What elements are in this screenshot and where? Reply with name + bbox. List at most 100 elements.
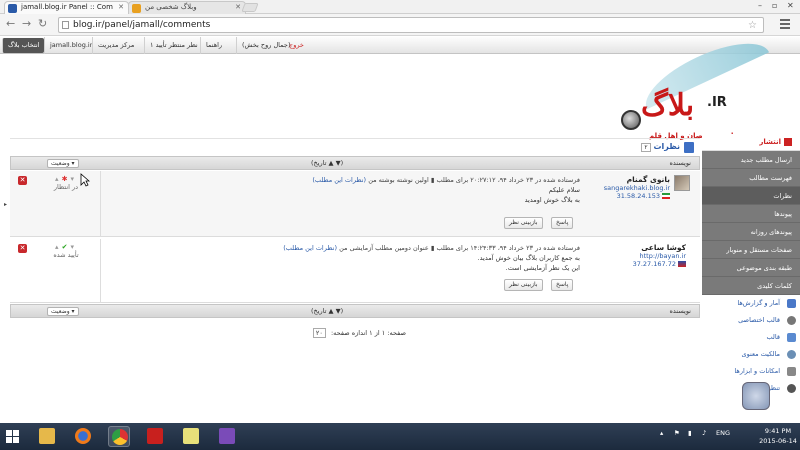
close-icon[interactable]: ✕ <box>118 2 124 13</box>
meta-text: فرستاده شده در ۲۳ خرداد ۹۴، ۲۰:۲۷:۱۲ برا… <box>436 176 580 184</box>
guide-link[interactable]: راهنما <box>200 37 227 54</box>
url-input[interactable]: blog.ir/panel/jamall/comments ☆ <box>58 17 764 33</box>
expand-arrow-icon[interactable]: ▸ <box>4 201 7 208</box>
template-icon <box>787 333 796 342</box>
choose-blog-button[interactable]: انتخاب بلاگ <box>2 38 45 53</box>
flag-iran-icon <box>662 193 670 199</box>
chrome-taskbar-button[interactable] <box>108 426 130 447</box>
document-icon <box>684 142 694 153</box>
url-text: blog.ir/panel/jamall/comments <box>73 20 211 30</box>
page-size-select[interactable]: ۲۰ <box>312 328 326 338</box>
flag-tray-icon[interactable]: ⚑ <box>674 429 680 437</box>
page-title: ۲ نظرات <box>638 142 694 153</box>
bookmark-star-icon[interactable]: ☆ <box>748 19 757 33</box>
sidebar-item-template[interactable]: قالب <box>702 329 800 346</box>
tray-arrow-icon[interactable]: ▴ <box>660 429 663 437</box>
close-window-icon[interactable]: ✕ <box>787 1 794 10</box>
post-icon: ▮ <box>430 176 435 184</box>
pending-icon[interactable]: ▾ <box>70 175 77 183</box>
reply-button[interactable]: پاسخ <box>551 279 574 291</box>
browser-tabstrip: jamall.blog.ir Panel :: Com ✕ وبلاگ شخصی… <box>0 0 800 14</box>
pending-comments-link[interactable]: ۱ نظر منتظر تأیید <box>144 37 203 54</box>
chrome-menu-icon[interactable] <box>780 19 790 29</box>
reply-button[interactable]: پاسخ <box>551 217 574 229</box>
divider <box>100 239 101 303</box>
post-comments-link[interactable]: (نظرات این مطلب) <box>283 244 337 252</box>
delete-button[interactable]: ✕ <box>18 244 27 253</box>
tab-panel[interactable]: jamall.blog.ir Panel :: Com ✕ <box>4 1 129 14</box>
sidebar-item-copyright[interactable]: مالکیت معنوی <box>702 346 800 363</box>
date-sort-header[interactable]: (تاریخ ▲ ▼) <box>311 157 343 170</box>
sidebar-item-pages[interactable]: صفحات مستقل و منوبار <box>702 241 800 259</box>
windows-start-icon[interactable] <box>6 430 20 444</box>
sidebar-item-new-post[interactable]: ارسال مطلب جدید <box>702 151 800 169</box>
status-filter-select[interactable]: وضعیت ▾ <box>47 307 79 316</box>
sidebar-item-daily-links[interactable]: پیوندهای روزانه <box>702 223 800 241</box>
sidebar: انتشار ارسال مطلب جدید فهرست مطالب نظرات… <box>702 134 800 416</box>
taskbar-clock[interactable]: 9:41 PM 2015-06-14 <box>758 426 798 446</box>
sidebar-item-links[interactable]: پیوندها <box>702 205 800 223</box>
forward-icon[interactable]: → <box>22 18 31 30</box>
copyright-icon <box>787 350 796 359</box>
address-bar-row: ← → ↻ blog.ir/panel/jamall/comments ☆ <box>0 14 800 36</box>
sidebar-item-tags[interactable]: کلمات کلیدی <box>702 277 800 295</box>
author-name[interactable]: کوشا ساعی <box>570 243 686 252</box>
blog-favicon-icon <box>132 4 141 13</box>
author-name[interactable]: بانوی گمنام <box>570 175 670 184</box>
author-cell: بانوی گمنام sangarekhaki.blog.ir 31.58.2… <box>570 175 690 200</box>
status-cell: ▴✔▾ تأیید شده <box>32 243 100 259</box>
firefox-icon <box>75 428 91 444</box>
comment-body-line: به بلاگ خوش اومدید <box>524 196 580 204</box>
visual-studio-icon <box>219 428 235 444</box>
author-site-link[interactable]: http://bayan.ir <box>570 252 686 260</box>
delete-button[interactable]: ✕ <box>18 176 27 185</box>
date-sort-header[interactable]: (تاریخ ▲ ▼) <box>311 305 343 318</box>
clock-time: 9:41 PM <box>764 427 792 435</box>
author-ip[interactable]: 37.27.167.72 <box>633 260 676 268</box>
sidebar-head[interactable]: انتشار <box>702 134 800 151</box>
table-row: ✕ ▴✔▾ تأیید شده فرستاده شده در ۲۳ خرداد … <box>10 239 700 303</box>
new-tab-button[interactable] <box>241 3 259 12</box>
blog-domain-link[interactable]: jamall.blog.ir <box>44 37 97 54</box>
maximize-icon[interactable]: ▫ <box>772 1 777 10</box>
table-header: وضعیت ▾ (تاریخ ▲ ▼) نویسنده <box>10 156 700 170</box>
sidebar-item-label: مالکیت معنوی <box>741 350 780 358</box>
author-site-link[interactable]: sangarekhaki.blog.ir <box>570 184 670 192</box>
minimize-icon[interactable]: – <box>758 1 762 10</box>
visualstudio-taskbar-button[interactable] <box>216 426 238 447</box>
sidebar-item-comments[interactable]: نظرات <box>702 187 800 205</box>
inkwell-icon <box>621 110 641 130</box>
sidebar-item-label: آمار و گزارش‌ها <box>737 299 780 307</box>
post-comments-link[interactable]: (نظرات این مطلب) <box>312 176 366 184</box>
status-filter-select[interactable]: وضعیت ▾ <box>47 159 79 168</box>
pending-icon[interactable]: ▾ <box>70 243 77 251</box>
network-icon[interactable]: ▮ <box>688 429 692 437</box>
chrome-icon <box>112 429 128 445</box>
logout-link[interactable]: خروج <box>284 37 309 54</box>
blog-ir-logo[interactable]: بلاگ .IR رسانه متخصصان و اهل قلم <box>615 28 775 140</box>
admin-center-link[interactable]: مرکز مدیریت <box>92 37 139 54</box>
back-icon[interactable]: ← <box>6 18 15 30</box>
sidebar-item-categories[interactable]: طبقه بندی موضوعی <box>702 259 800 277</box>
author-ip[interactable]: 31.58.24.153 <box>617 192 660 200</box>
sidebar-item-tools[interactable]: امکانات و ابزارها <box>702 363 800 380</box>
author-cell: کوشا ساعی http://bayan.ir 37.27.167.72 <box>570 243 690 268</box>
reload-icon[interactable]: ↻ <box>38 18 47 30</box>
review-comment-button[interactable]: بازبینی نظر <box>504 279 543 291</box>
post-title: اولین نوشته بوشته من <box>368 176 429 184</box>
close-icon[interactable]: ✕ <box>235 2 241 13</box>
tab-blog[interactable]: وبلاگ شخصی من ✕ <box>128 1 246 14</box>
sidebar-item-stats[interactable]: آمار و گزارش‌ها <box>702 295 800 312</box>
explorer-taskbar-button[interactable] <box>36 426 58 447</box>
stickynotes-taskbar-button[interactable] <box>180 426 202 447</box>
language-indicator[interactable]: ENG <box>716 429 730 437</box>
screen-recorder-overlay-icon <box>742 382 770 410</box>
sidebar-item-custom-template[interactable]: قالب اختصاصی <box>702 312 800 329</box>
divider <box>100 171 101 237</box>
pagination: صفحه: ۱ از ۱ اندازه صفحه: ۲۰ <box>306 328 406 338</box>
volume-icon[interactable]: ♪ <box>702 429 706 437</box>
review-comment-button[interactable]: بازبینی نظر <box>504 217 543 229</box>
acrobat-taskbar-button[interactable] <box>144 426 166 447</box>
firefox-taskbar-button[interactable] <box>72 426 94 447</box>
sidebar-item-posts[interactable]: فهرست مطالب <box>702 169 800 187</box>
